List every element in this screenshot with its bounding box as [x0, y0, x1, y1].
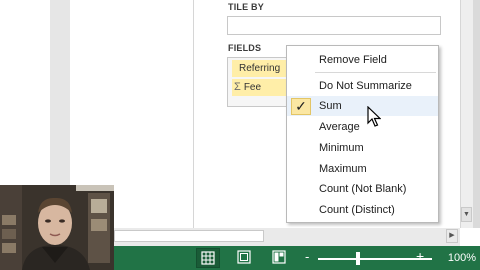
menu-item-label: Average [319, 121, 360, 133]
menu-item-label: Count (Not Blank) [319, 183, 407, 195]
horizontal-scroll-thumb[interactable] [114, 230, 264, 242]
menu-item-label: Do Not Summarize [319, 80, 412, 92]
pane-divider [193, 0, 194, 228]
webcam-overlay [0, 185, 114, 270]
menu-item-label: Count (Distinct) [319, 204, 395, 216]
zoom-slider-thumb[interactable] [355, 252, 360, 265]
tile-by-label: TILE BY [228, 2, 264, 12]
menu-item-average[interactable]: Average [287, 117, 438, 137]
menu-item-label: Maximum [319, 163, 367, 175]
menu-item-count-distinct[interactable]: Count (Distinct) [287, 200, 438, 220]
zoom-out-button[interactable]: - [305, 249, 309, 264]
zoom-in-icon[interactable]: + [416, 249, 424, 263]
menu-item-maximum[interactable]: Maximum [287, 159, 438, 179]
menu-item-sum[interactable]: ✓ Sum [287, 96, 438, 116]
menu-item-label: Sum [319, 100, 342, 112]
menu-item-count-not-blank[interactable]: Count (Not Blank) [287, 179, 438, 199]
menu-item-label: Minimum [319, 142, 364, 154]
presenter-video-icon [0, 185, 114, 270]
scroll-down-arrow-icon[interactable]: ▼ [461, 207, 472, 222]
zoom-slider-track[interactable] [318, 258, 432, 260]
normal-view-button[interactable] [196, 248, 220, 268]
field-chip-label: Referring [239, 63, 281, 74]
summarize-context-menu: Remove Field Do Not Summarize ✓ Sum Aver… [286, 45, 439, 223]
field-chip-fee[interactable]: Σ Fee [232, 79, 292, 96]
page-break-preview-button[interactable] [268, 248, 292, 268]
page-break-icon [272, 250, 286, 264]
menu-separator [315, 72, 436, 73]
fields-label: FIELDS [228, 43, 262, 53]
zoom-level-label[interactable]: 100% [434, 252, 476, 264]
menu-item-minimum[interactable]: Minimum [287, 138, 438, 158]
grid-icon [201, 251, 215, 265]
scroll-right-arrow-icon[interactable]: ▶ [446, 229, 458, 243]
menu-item-label: Remove Field [319, 54, 387, 66]
window-edge [473, 0, 480, 228]
mouse-pointer-icon [367, 106, 381, 127]
field-chip-referring[interactable]: Referring [232, 60, 292, 77]
page-layout-view-button[interactable] [233, 248, 257, 268]
menu-item-remove-field[interactable]: Remove Field [287, 50, 438, 70]
tile-by-dropzone[interactable] [227, 16, 441, 35]
sigma-icon: Σ [234, 81, 241, 93]
menu-item-do-not-summarize[interactable]: Do Not Summarize [287, 76, 438, 96]
field-chip-label: Fee [243, 82, 262, 93]
checkmark-icon: ✓ [291, 98, 311, 115]
vertical-scrollbar[interactable] [460, 0, 473, 228]
page-layout-icon [237, 250, 251, 264]
